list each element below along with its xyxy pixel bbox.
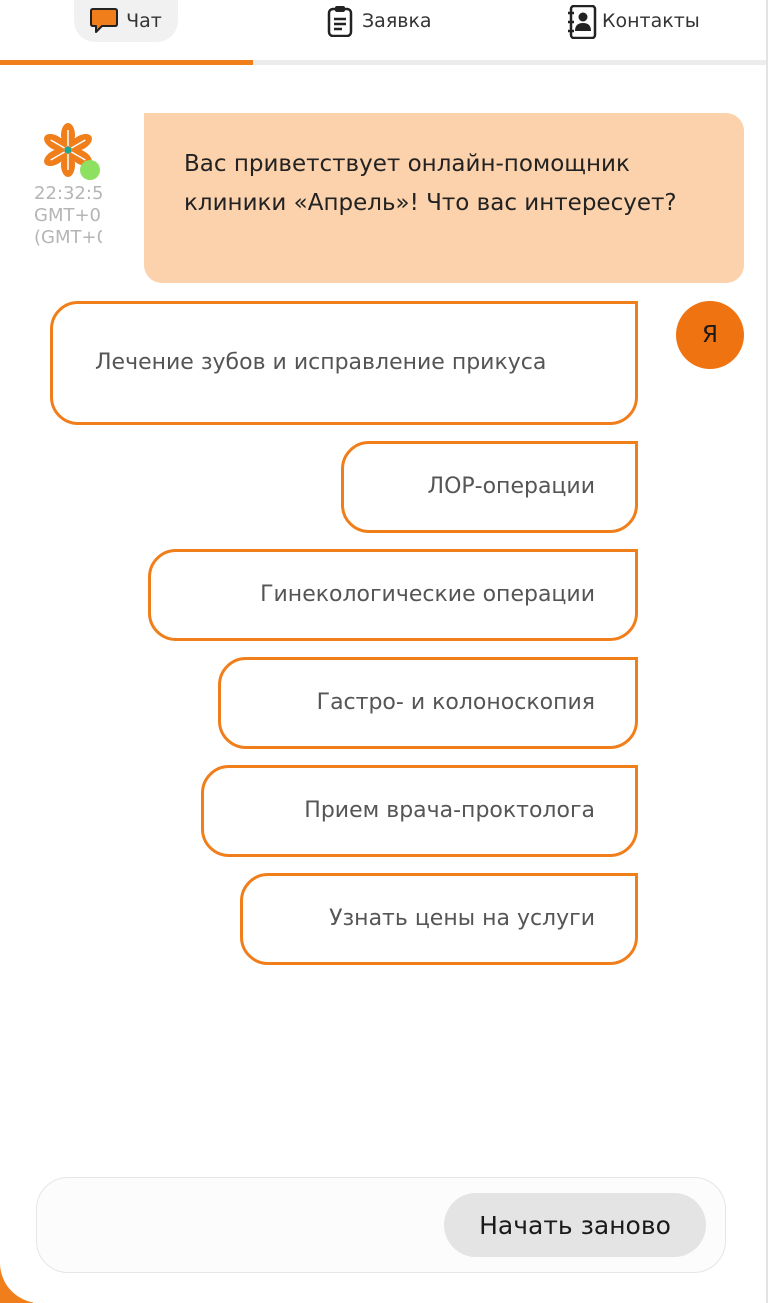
chat-widget: Чат Заявка Контакты 22:32: GMT+0 (GMT+ В…: [0, 0, 768, 1303]
bot-message-bubble: Вас приветствует онлайн-помощник клиники…: [144, 113, 744, 283]
tab-contacts[interactable]: Контакты: [566, 0, 700, 42]
option-button[interactable]: Прием врача-проктолога: [201, 765, 638, 857]
user-avatar: Я: [676, 301, 744, 369]
timestamp-zone-full: (GMT+03: [34, 227, 102, 248]
option-button[interactable]: Лечение зубов и исправление прикуса: [50, 301, 638, 425]
tab-active-indicator: [0, 60, 253, 65]
tab-bar: Чат Заявка Контакты: [0, 0, 766, 66]
tab-chat-label: Чат: [126, 10, 162, 32]
speech-bubble-icon: [90, 5, 119, 37]
address-book-icon: [566, 4, 597, 40]
clipboard-icon: [326, 5, 354, 38]
option-label: Гинекологические операции: [260, 582, 595, 607]
option-label: Гастро- и колоноскопия: [316, 690, 595, 715]
option-label: Прием врача-проктолога: [304, 798, 595, 823]
online-status-dot: [80, 160, 100, 180]
chat-panel: Чат Заявка Контакты 22:32: GMT+0 (GMT+ В…: [0, 0, 768, 1303]
option-label: Узнать цены на услуги: [329, 906, 595, 931]
option-label: Лечение зубов и исправление прикуса: [95, 350, 547, 375]
message-timestamp: 22:32:51 GMT+03 (GMT+03: [34, 183, 102, 249]
option-button[interactable]: Гинекологические операции: [148, 549, 638, 641]
timestamp-zone: GMT+03: [34, 205, 102, 226]
timestamp-time: 22:32:51: [34, 183, 102, 204]
option-button[interactable]: Узнать цены на услуги: [240, 873, 638, 965]
tab-contacts-label: Контакты: [602, 10, 700, 32]
tab-chat[interactable]: Чат: [74, 0, 178, 42]
tab-request-label: Заявка: [362, 10, 432, 32]
tab-request[interactable]: Заявка: [326, 0, 432, 42]
option-label: ЛОР-операции: [427, 474, 595, 499]
option-button[interactable]: Гастро- и колоноскопия: [218, 657, 638, 749]
option-button[interactable]: ЛОР-операции: [341, 441, 638, 533]
restart-button[interactable]: Начать заново: [444, 1193, 706, 1257]
